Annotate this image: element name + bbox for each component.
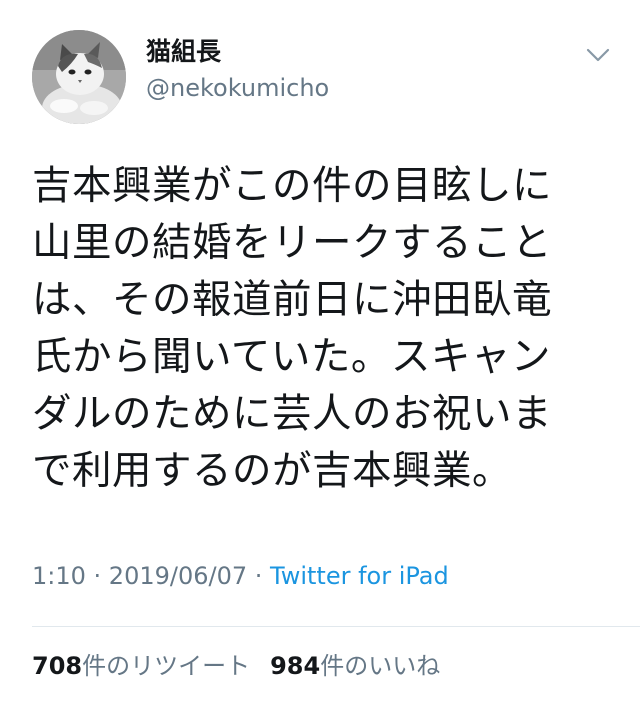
tweet-card: 猫組長 @nekokumicho 吉本興業がこの件の目眩しに 山里の結婚をリーク… — [0, 0, 640, 701]
tweet-date[interactable]: 2019/06/07 — [109, 562, 247, 590]
like-label: 件のいいね — [320, 652, 441, 680]
username[interactable]: @nekokumicho — [146, 73, 329, 103]
chevron-down-icon[interactable] — [585, 46, 611, 64]
retweet-label: 件のリツイート — [82, 652, 251, 680]
tweet-text-line: 氏から聞いていた。スキャン — [32, 334, 551, 380]
tweet-text-line: ダルのために芸人のお祝いま — [32, 391, 552, 437]
tweet-source-link[interactable]: Twitter for iPad — [270, 562, 449, 590]
display-name[interactable]: 猫組長 — [146, 37, 221, 67]
tweet-metadata: 1:10 · 2019/06/07 · Twitter for iPad — [32, 560, 449, 592]
cat-avatar-image — [32, 30, 126, 124]
tweet-text-line: 山里の結婚をリークすること — [32, 220, 552, 266]
tweet-text: 吉本興業がこの件の目眩しに 山里の結婚をリークすること は、その報道前日に沖田臥… — [32, 158, 612, 500]
tweet-text-line: は、その報道前日に沖田臥竜 — [32, 277, 552, 323]
retweet-count: 708 — [32, 652, 83, 680]
like-count: 984 — [270, 652, 321, 680]
meta-separator: · — [85, 562, 109, 590]
divider — [32, 626, 640, 627]
tweet-text-line: で利用するのが吉本興業。 — [32, 448, 512, 494]
likes-stat[interactable]: 984件のいいね — [270, 652, 440, 680]
meta-separator: · — [247, 562, 271, 590]
tweet-time[interactable]: 1:10 — [32, 562, 86, 590]
avatar[interactable] — [32, 30, 126, 124]
tweet-text-line: 吉本興業がこの件の目眩しに — [32, 163, 552, 209]
tweet-stats: 708件のリツイート 984件のいいね — [32, 650, 440, 682]
retweets-stat[interactable]: 708件のリツイート — [32, 652, 250, 680]
